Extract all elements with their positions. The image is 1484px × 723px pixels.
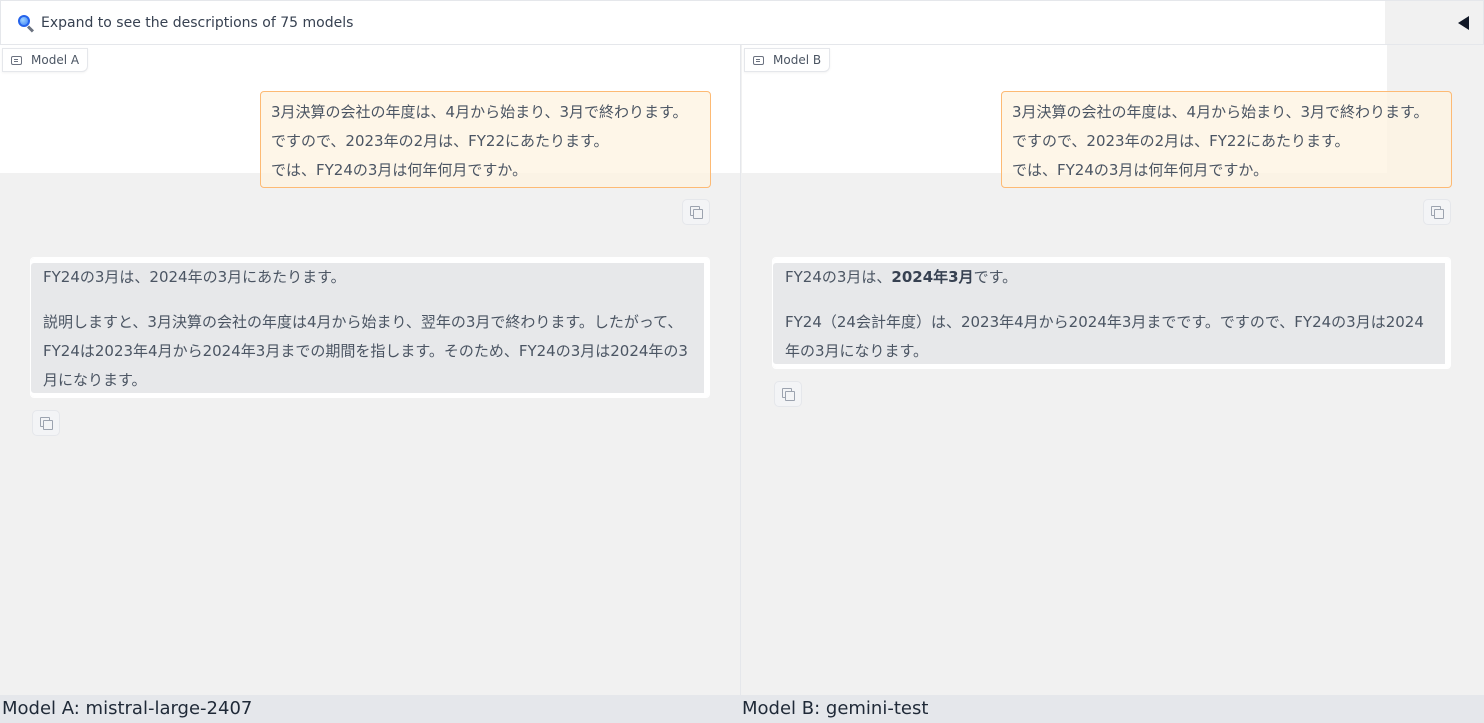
- bot-message-line: 月になります。: [43, 371, 147, 389]
- model-b-tag-label: Model B: [773, 53, 822, 67]
- collapse-sidebar-button[interactable]: [1385, 1, 1483, 44]
- model-b-tag: Model B: [744, 48, 831, 72]
- bot-message-paragraph: FY24（24会計年度）は、2023年4月から2024年3月までです。ですので、…: [785, 308, 1434, 366]
- bot-message-text: です。: [973, 268, 1018, 286]
- chatbot-panel-a: Model A 3月決算の会社の年度は、4月から始まり、3月で終わります。 です…: [0, 45, 741, 695]
- user-message: 3月決算の会社の年度は、4月から始まり、3月で終わります。 ですので、2023年…: [1001, 91, 1452, 188]
- model-names-footer: Model A: mistral-large-2407 Model B: gem…: [0, 695, 1484, 723]
- user-message-line: ですので、2023年の2月は、FY22にあたります。: [271, 132, 609, 150]
- copy-icon: [40, 417, 53, 430]
- bot-message-bold: 2024年3月: [891, 268, 974, 286]
- bot-message: FY24の3月は、2024年の3月にあたります。 説明しますと、3月決算の会社の…: [30, 257, 710, 398]
- bot-message-paragraph: FY24の3月は、2024年の3月にあたります。: [43, 268, 346, 286]
- bot-message: FY24の3月は、2024年3月です。 FY24（24会計年度）は、2023年4…: [772, 257, 1451, 369]
- expand-descriptions-toggle[interactable]: Expand to see the descriptions of 75 mod…: [1, 1, 1385, 44]
- model-b-name: Model B: gemini-test: [742, 698, 929, 719]
- copy-bot-message-button[interactable]: [32, 410, 60, 436]
- copy-user-message-button[interactable]: [1423, 199, 1451, 225]
- copy-icon: [690, 206, 703, 219]
- copy-user-message-button[interactable]: [682, 199, 710, 225]
- bot-message-line: 年の3月になります。: [785, 342, 929, 360]
- bot-message-line: FY24（24会計年度）は、2023年4月から2024年3月までです。ですので、…: [785, 313, 1424, 331]
- bot-message-paragraph: 説明しますと、3月決算の会社の年度は4月から始まり、翌年の3月で終わります。した…: [43, 308, 693, 395]
- expand-descriptions-label: Expand to see the descriptions of 75 mod…: [41, 14, 354, 31]
- user-message-line: では、FY24の3月は何年何月ですか。: [271, 161, 528, 179]
- user-message-line: 3月決算の会社の年度は、4月から始まり、3月で終わります。: [1012, 103, 1429, 121]
- copy-bot-message-button[interactable]: [774, 381, 802, 407]
- triangle-left-icon: [1458, 15, 1469, 30]
- model-a-name: Model A: mistral-large-2407: [2, 698, 253, 719]
- user-message: 3月決算の会社の年度は、4月から始まり、3月で終わります。 ですので、2023年…: [260, 91, 711, 188]
- user-message-line: ですので、2023年の2月は、FY22にあたります。: [1012, 132, 1350, 150]
- bot-message-line: FY24は2023年4月から2024年3月までの期間を指します。そのため、FY2…: [43, 342, 688, 360]
- bot-message-text: FY24の3月は、: [785, 268, 892, 286]
- bot-message-line: 説明しますと、3月決算の会社の年度は4月から始まり、翌年の3月で終わります。した…: [43, 313, 683, 331]
- user-message-line: 3月決算の会社の年度は、4月から始まり、3月で終わります。: [271, 103, 688, 121]
- chat-icon: [753, 55, 764, 65]
- bot-message-paragraph: FY24の3月は、2024年3月です。: [785, 263, 1434, 292]
- model-a-tag-label: Model A: [31, 53, 80, 67]
- chat-icon: [11, 55, 22, 65]
- chatbot-panel-b: Model B 3月決算の会社の年度は、4月から始まり、3月で終わります。 です…: [742, 45, 1484, 695]
- user-message-line: では、FY24の3月は何年何月ですか。: [1012, 161, 1269, 179]
- model-descriptions-accordion: Expand to see the descriptions of 75 mod…: [0, 0, 1484, 45]
- copy-icon: [782, 388, 795, 401]
- magnifier-icon: [17, 14, 35, 33]
- copy-icon: [1431, 206, 1444, 219]
- model-a-tag: Model A: [2, 48, 89, 72]
